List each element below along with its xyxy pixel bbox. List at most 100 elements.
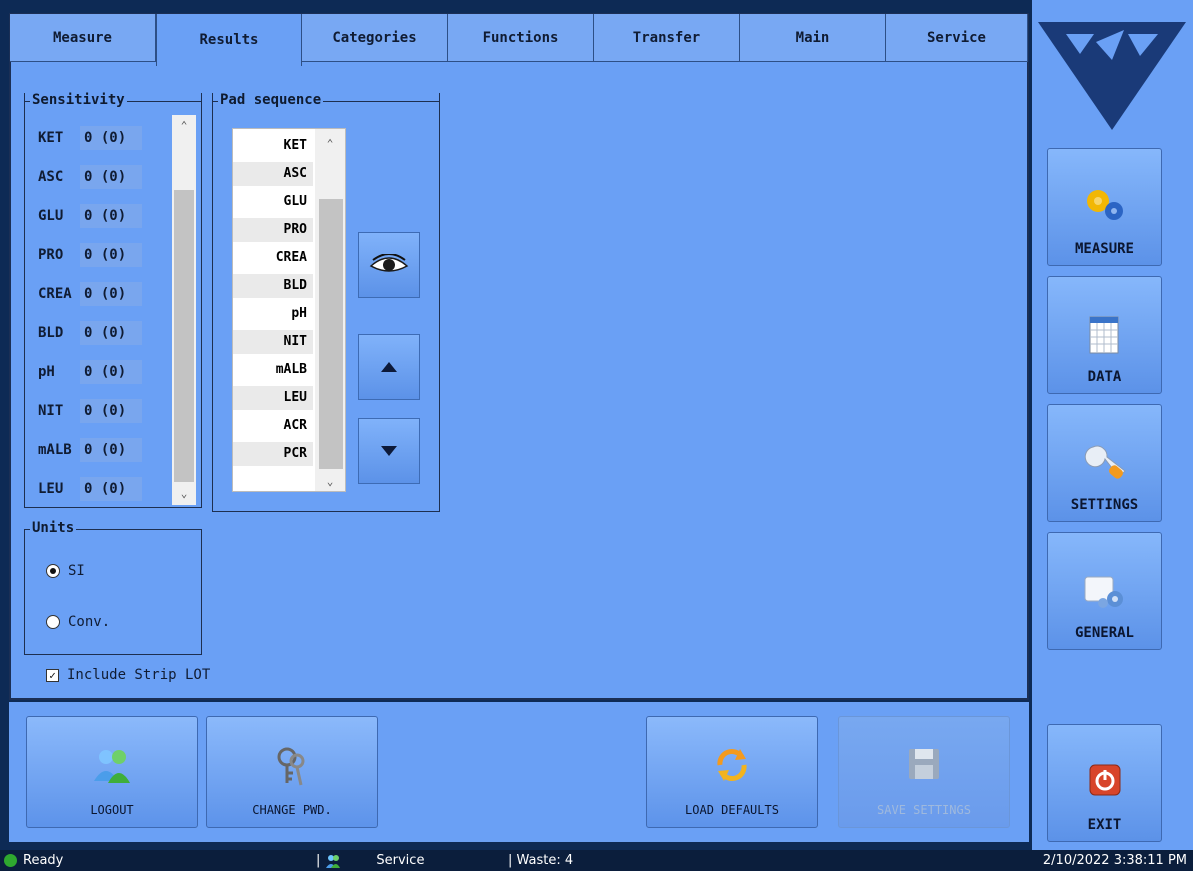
user-icon [326,854,341,868]
units-group [24,529,202,655]
sensitivity-value[interactable]: 0 (0) [80,477,142,501]
pad-sequence-item[interactable]: NIT [233,330,313,354]
pad-sequence-item[interactable]: LEU [233,386,313,410]
pad-sequence-list[interactable]: KET ASC GLU PRO CREA BLD pH NIT mALB LEU ACR PCR ⌃ … [232,128,346,492]
pad-sequence-item[interactable]: PRO [233,218,313,242]
scroll-thumb[interactable] [174,190,194,482]
sensitivity-value[interactable]: 0 (0) [80,282,142,306]
sensitivity-label: ASC [38,169,64,185]
sensitivity-row[interactable]: mALB 0 (0) [28,438,142,462]
measure-nav-label: MEASURE [1074,241,1134,257]
preview-button[interactable] [358,232,420,298]
tab-categories[interactable]: Categories [302,14,448,62]
pad-sequence-item[interactable]: pH [233,302,313,326]
sensitivity-value[interactable]: 0 (0) [80,126,142,150]
tab-results[interactable]: Results [156,14,302,66]
sensitivity-scrollbar[interactable]: ⌃ ⌄ [172,115,196,505]
pad-sequence-item[interactable]: KET [233,134,313,158]
include-strip-lot-option[interactable]: ✓ Include Strip LOT [46,667,210,683]
pad-sequence-item[interactable]: BLD [233,274,313,298]
general-nav-button[interactable]: GENERAL [1047,532,1162,650]
sensitivity-label: BLD [38,325,64,341]
sensitivity-legend: Sensitivity [30,92,127,108]
scroll-down-icon[interactable]: ⌄ [315,473,345,489]
pad-sequence-legend: Pad sequence [218,92,324,108]
sensitivity-value[interactable]: 0 (0) [80,243,142,267]
radio-button-checked[interactable] [46,564,60,578]
tab-measure[interactable]: Measure [10,14,156,62]
tab-service[interactable]: Service [886,14,1028,62]
scroll-up-icon[interactable]: ⌃ [315,135,345,151]
scroll-up-icon[interactable]: ⌃ [172,117,196,133]
scroll-down-icon[interactable]: ⌄ [172,485,196,501]
include-strip-lot-label: Include Strip LOT [67,667,211,683]
scroll-thumb[interactable] [319,199,343,469]
pad-sequence-item[interactable]: ACR [233,414,313,438]
sensitivity-row[interactable]: BLD 0 (0) [28,321,142,345]
tab-main[interactable]: Main [740,14,886,62]
pad-sequence-item[interactable]: ASC [233,162,313,186]
units-si-option[interactable]: SI [46,563,85,579]
logout-button[interactable]: LOGOUT [26,716,198,828]
save-settings-label: SAVE SETTINGS [877,803,971,817]
checkbox-checked[interactable]: ✓ [46,668,59,682]
status-waste: | Waste: 4 [508,853,574,868]
pad-sequence-item[interactable]: GLU [233,190,313,214]
status-bar: Ready | Service | Waste: 4 2/10/2022 3:3… [0,850,1193,871]
sensitivity-row[interactable]: GLU 0 (0) [28,204,142,228]
tab-transfer[interactable]: Transfer [594,14,740,62]
logo-icon [1038,22,1186,130]
sensitivity-row[interactable]: CREA 0 (0) [28,282,142,306]
refresh-icon [717,749,747,781]
sensitivity-row[interactable]: pH 0 (0) [28,360,142,384]
move-up-button[interactable] [358,334,420,400]
sensitivity-row[interactable]: LEU 0 (0) [28,477,142,501]
sensitivity-row[interactable]: KET 0 (0) [28,126,142,150]
sensitivity-label: GLU [38,208,64,224]
load-defaults-label: LOAD DEFAULTS [685,803,779,817]
spreadsheet-icon [1089,316,1118,354]
data-nav-button[interactable]: DATA [1047,276,1162,394]
sensitivity-row[interactable]: NIT 0 (0) [28,399,142,423]
power-icon [1089,764,1120,796]
settings-nav-label: SETTINGS [1070,497,1139,513]
radio-button[interactable] [46,615,60,629]
measure-nav-button[interactable]: MEASURE [1047,148,1162,266]
sensitivity-label: PRO [38,247,64,263]
sensitivity-value[interactable]: 0 (0) [80,321,142,345]
units-si-label: SI [68,563,85,579]
tab-bar: Measure Results Categories Functions Tra… [10,14,1028,66]
sensitivity-value[interactable]: 0 (0) [80,204,142,228]
tab-functions[interactable]: Functions [448,14,594,62]
units-conv-option[interactable]: Conv. [46,614,110,630]
logout-label: LOGOUT [90,803,134,817]
sensitivity-value[interactable]: 0 (0) [80,399,142,423]
sensitivity-value[interactable]: 0 (0) [80,438,142,462]
status-datetime: 2/10/2022 3:38:11 PM [1042,853,1187,868]
change-password-button[interactable]: CHANGE PWD. [206,716,378,828]
pad-sequence-item[interactable]: mALB [233,358,313,382]
exit-label: EXIT [1087,817,1122,833]
sensitivity-value[interactable]: 0 (0) [80,360,142,384]
save-settings-button[interactable]: SAVE SETTINGS [838,716,1010,828]
status-led-icon [4,854,17,867]
move-down-button[interactable] [358,418,420,484]
gears-icon [1086,190,1123,220]
data-nav-label: DATA [1087,369,1122,385]
wrench-icon [1084,445,1126,479]
sensitivity-row[interactable]: PRO 0 (0) [28,243,142,267]
units-conv-label: Conv. [68,614,111,630]
settings-nav-button[interactable]: SETTINGS [1047,404,1162,522]
sensitivity-label: LEU [38,481,64,497]
floppy-disk-icon [909,749,939,779]
exit-button[interactable]: EXIT [1047,724,1162,842]
pad-scrollbar[interactable]: ⌃ ⌄ [315,129,345,491]
general-nav-label: GENERAL [1074,625,1134,641]
units-legend: Units [30,520,77,536]
pad-sequence-item[interactable]: PCR [233,442,313,466]
sensitivity-row[interactable]: ASC 0 (0) [28,165,142,189]
sensitivity-value[interactable]: 0 (0) [80,165,142,189]
pad-sequence-item[interactable]: CREA [233,246,313,270]
sensitivity-label: pH [38,364,55,380]
load-defaults-button[interactable]: LOAD DEFAULTS [646,716,818,828]
